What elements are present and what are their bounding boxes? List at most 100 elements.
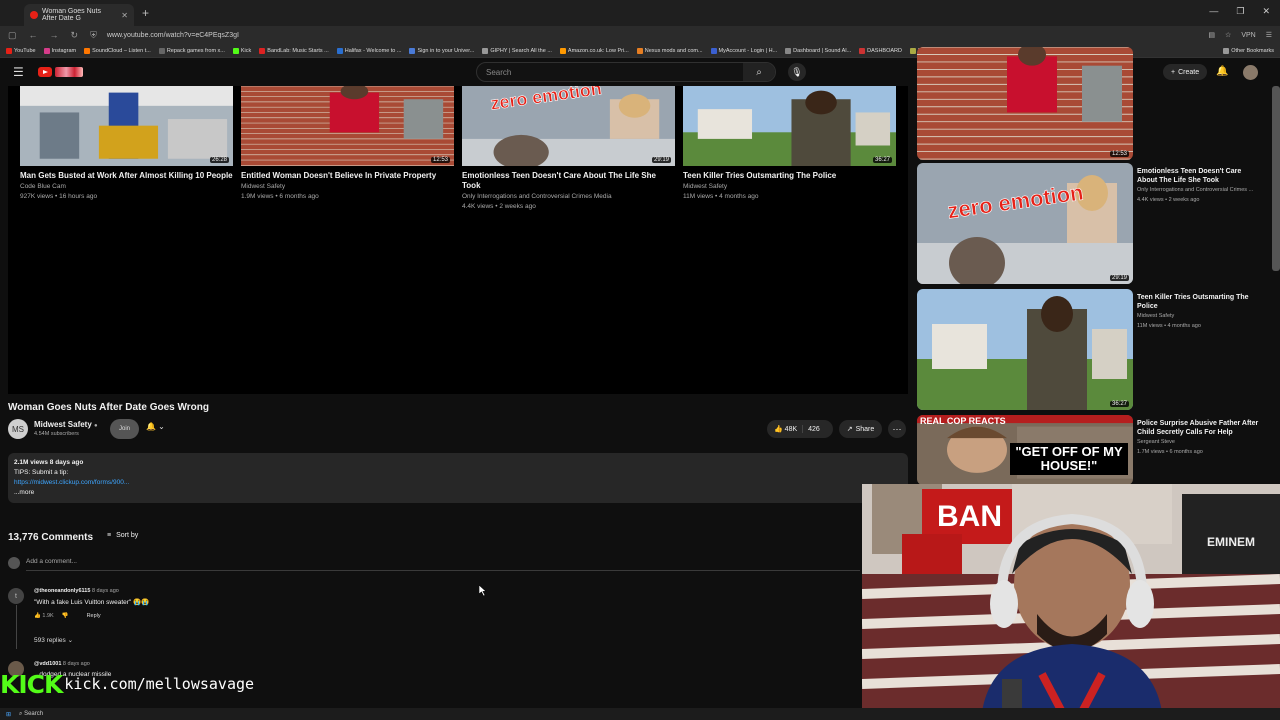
endscreen-thumbnail[interactable]: 26:28 (20, 86, 233, 166)
shield-icon[interactable]: ⛨ (90, 30, 97, 41)
endscreen-thumbnail[interactable]: zero emotion 29:19 (462, 86, 675, 166)
sidebar-channel[interactable]: Sergeant Steve (1137, 439, 1175, 445)
forward-icon[interactable]: → (50, 30, 59, 41)
dislike-button[interactable]: 426 (803, 426, 820, 433)
endscreen-channel[interactable]: Code Blue Cam (20, 182, 233, 192)
comment-avatar[interactable]: t (8, 588, 24, 604)
channel-avatar[interactable]: MS (8, 419, 28, 439)
endscreen-thumbnail[interactable]: 12:53 (241, 86, 454, 166)
sort-icon: ≡ (107, 532, 112, 539)
comment-author[interactable]: @vdd1001 8 days ago (34, 661, 90, 667)
menu-icon[interactable]: ☰ (1266, 31, 1272, 39)
sidebar-video-title[interactable]: Emotionless Teen Doesn't Care About The … (1137, 167, 1261, 185)
bookmark-item[interactable]: MyAccount - Login | H... (710, 47, 777, 54)
bookmark-item[interactable]: Sign in to your Univer... (409, 47, 474, 54)
bookmark-item[interactable]: DASHBOARD (859, 47, 902, 54)
bookmark-item[interactable]: Dashboard | Sound Al... (785, 47, 851, 54)
bookmark-item[interactable]: YouTube (6, 47, 36, 54)
taskbar-search[interactable]: ⌕ Search (19, 711, 43, 718)
add-comment-input[interactable]: Add a comment... (26, 558, 77, 565)
endscreen-channel[interactable]: Only Interrogations and Controversial Cr… (462, 192, 675, 202)
comment-author[interactable]: @theoneandonly6115 8 days ago (34, 588, 119, 594)
sidebar-video-item[interactable]: 12:53 (917, 39, 1272, 163)
sidebar-toggle-icon[interactable]: ▢ (8, 30, 17, 41)
show-more-link[interactable]: ...more (14, 488, 902, 498)
more-actions-icon[interactable]: ⋯ (888, 420, 906, 438)
page-scrollbar[interactable] (1272, 86, 1280, 271)
youtube-logo[interactable] (37, 67, 83, 77)
bookmark-item[interactable]: GIPHY | Search All the ... (482, 47, 552, 54)
sidebar-thumbnail[interactable]: 36:27 (917, 289, 1133, 410)
endscreen-thumbnail[interactable]: 36:27 (683, 86, 896, 166)
minimize-icon[interactable]: — (1209, 6, 1218, 17)
bookmark-item[interactable]: Halifax - Welcome to ... (336, 47, 401, 54)
browser-tab[interactable]: Woman Goes Nuts After Date G ✕ (24, 4, 134, 26)
vpn-badge[interactable]: VPN (1241, 32, 1255, 39)
subscription-bell-icon[interactable]: 🔔 ⌄ (146, 422, 165, 431)
endscreen-video-title[interactable]: Man Gets Busted at Work After Almost Kil… (20, 171, 233, 181)
video-duration: 36:27 (872, 157, 892, 163)
search-input[interactable]: Search (486, 68, 511, 77)
restore-icon[interactable]: ❐ (1236, 6, 1244, 17)
bookmark-item[interactable]: Nexus mods and com... (636, 47, 703, 54)
reload-icon[interactable]: ↻ (71, 30, 79, 41)
bookmark-star-icon[interactable]: ☆ (1225, 31, 1231, 39)
endscreen-channel[interactable]: Midwest Safety (241, 182, 454, 192)
comment-dislike-icon[interactable]: 👎 (62, 613, 69, 619)
endscreen-meta: 927K views • 16 hours ago (20, 193, 98, 200)
bookmark-item[interactable]: Repack games from x... (158, 47, 225, 54)
sidebar-video-item[interactable]: zero emotion 29:19 Emotionless Teen Doesn'… (917, 163, 1272, 287)
back-icon[interactable]: ← (29, 30, 38, 41)
hamburger-menu-icon[interactable]: ☰ (13, 65, 24, 79)
url-field[interactable]: www.youtube.com/watch?v=eC4PEqsZ3gI (107, 32, 239, 39)
endscreen-video-card[interactable]: zero emotion 29:19 Emotionless Teen Doesn'… (462, 86, 675, 212)
sidebar-thumbnail[interactable]: zero emotion 29:19 (917, 163, 1133, 284)
endscreen-meta: 1.9M views • 6 months ago (241, 193, 319, 200)
extensions-icon[interactable]: ▤ (1208, 31, 1215, 39)
sidebar-channel[interactable]: Only Interrogations and Controversial Cr… (1137, 187, 1253, 193)
comment-actions: 👍 1.9K 👎 Reply (34, 613, 101, 619)
endscreen-video-card[interactable]: 12:53 Entitled Woman Doesn't Believe In P… (241, 86, 454, 202)
endscreen-video-card[interactable]: 36:27 Teen Killer Tries Outsmarting The P… (683, 86, 896, 202)
sidebar-video-item[interactable]: 36:27 Teen Killer Tries Outsmarting The P… (917, 289, 1272, 413)
sidebar-video-title[interactable]: Teen Killer Tries Outsmarting The Police (1137, 293, 1261, 311)
sidebar-channel[interactable]: Midwest Safety (1137, 313, 1174, 319)
endscreen-video-title[interactable]: Entitled Woman Doesn't Believe In Privat… (241, 171, 454, 181)
search-icon[interactable]: ⌕ (743, 63, 775, 81)
bookmark-item[interactable]: SoundCloud – Listen t... (84, 47, 151, 54)
thread-line (16, 605, 17, 649)
channel-name[interactable]: Midwest Safety ● (34, 420, 98, 429)
description-link[interactable]: https://midwest.clickup.com/forms/900... (14, 478, 902, 488)
join-button[interactable]: Join (110, 419, 139, 439)
description-box[interactable]: 2.1M views 8 days ago TIPS: Submit a tip… (8, 453, 908, 503)
video-player[interactable]: 26:28 Man Gets Busted at Work After Almos… (8, 86, 908, 394)
sidebar-thumbnail[interactable]: REAL COP REACTS "GET OFF OF MY HOUSE!" (917, 415, 1133, 485)
taskbar-app-icon[interactable] (111, 711, 118, 718)
endscreen-video-title[interactable]: Teen Killer Tries Outsmarting The Police (683, 171, 896, 181)
endscreen-video-title[interactable]: Emotionless Teen Doesn't Care About The … (462, 171, 675, 191)
like-button[interactable]: 👍 48K (767, 425, 804, 433)
video-duration: 36:27 (1109, 401, 1129, 407)
sidebar-thumbnail[interactable]: 12:53 (917, 47, 1133, 160)
microphone-icon[interactable]: 🎙 (788, 63, 806, 81)
comment-like-icon[interactable]: 👍 1.9K (34, 613, 54, 619)
endscreen-channel[interactable]: Midwest Safety (683, 182, 896, 192)
bookmark-item[interactable]: BandLab: Music Starts ... (259, 47, 329, 54)
bookmark-item[interactable]: Instagram (43, 47, 76, 54)
close-tab-icon[interactable]: ✕ (121, 11, 128, 20)
bookmark-item[interactable]: Amazon.co.uk: Low Pri... (559, 47, 629, 54)
search-box[interactable]: Search ⌕ (476, 62, 776, 82)
thumbnail-image (241, 86, 454, 166)
sidebar-video-title[interactable]: Police Surprise Abusive Father After Chi… (1137, 419, 1261, 437)
endscreen-video-card[interactable]: 26:28 Man Gets Busted at Work After Almos… (20, 86, 233, 202)
new-tab-icon[interactable]: + (142, 6, 149, 20)
video-title: Woman Goes Nuts After Date Goes Wrong (8, 402, 209, 413)
share-button[interactable]: ↗ Share (839, 420, 882, 438)
replies-toggle[interactable]: 593 replies ⌄ (34, 636, 73, 644)
close-window-icon[interactable]: ✕ (1262, 6, 1270, 17)
kick-handle: kick.com/mellowsavage (64, 675, 255, 693)
reply-button[interactable]: Reply (87, 613, 101, 619)
bookmark-item[interactable]: Kick (232, 47, 251, 54)
sort-by-button[interactable]: ≡ Sort by (107, 532, 138, 539)
windows-start-icon[interactable]: ⊞ (6, 711, 11, 718)
